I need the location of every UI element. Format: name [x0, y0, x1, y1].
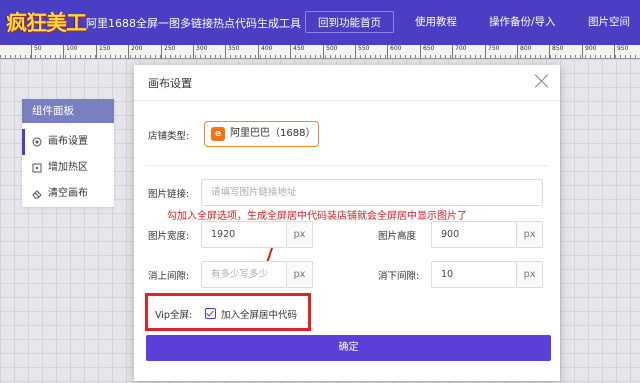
- image-link-label: 图片链接:: [148, 189, 190, 200]
- shop-type-label: 店铺类型:: [148, 131, 190, 142]
- divider: [146, 165, 548, 166]
- nav-tutorial-button[interactable]: 使用教程: [415, 11, 457, 33]
- panel-item-clear-canvas[interactable]: 清空画布: [22, 181, 114, 207]
- shop-type-value: 阿里巴巴（1688）: [230, 128, 316, 139]
- add-square-icon: [32, 163, 42, 173]
- ruler-tick-label: 300: [193, 45, 207, 59]
- ruler-tick-label: 600: [387, 45, 401, 59]
- height-input[interactable]: 900: [431, 221, 517, 248]
- ruler-tick-label: 100: [63, 45, 77, 59]
- ruler-tick-label: 900: [582, 45, 596, 59]
- nav-image-space-button[interactable]: 图片空间: [588, 11, 630, 33]
- alibaba-icon: e: [211, 127, 225, 141]
- margin-top-input[interactable]: 有多少写多少: [201, 261, 287, 288]
- app-title: 阿里1688全屏一图多链接热点代码生成工具: [86, 17, 301, 30]
- ruler-tick-label: 850: [549, 45, 563, 59]
- width-input[interactable]: 1920: [201, 221, 287, 248]
- panel-item-add-hotspot[interactable]: 增加热区: [22, 155, 114, 181]
- panel-item-label: 清空画布: [48, 188, 88, 199]
- ruler-tick-label: 550: [355, 45, 369, 59]
- target-icon: [32, 137, 42, 147]
- ruler-tick-label: 500: [323, 45, 337, 59]
- height-label: 图片高度: [378, 231, 417, 242]
- margin-top-unit: px: [287, 261, 313, 288]
- margin-top-label: 消上间隙:: [148, 271, 190, 282]
- panel-item-label: 画布设置: [48, 136, 88, 147]
- width-unit: px: [287, 221, 313, 248]
- ruler-tick-label: 50: [31, 45, 42, 59]
- ruler-tick-label: 750: [485, 45, 499, 59]
- ruler-tick-label: 450: [290, 45, 304, 59]
- ruler-tick-label: 250: [161, 45, 175, 59]
- close-icon[interactable]: [534, 73, 550, 89]
- vip-checkbox-label[interactable]: 加入全屏居中代码: [221, 307, 297, 321]
- horizontal-ruler: 50 100 150 200 250 300 350 400 450 500 550 600 650 70…: [0, 45, 640, 59]
- ruler-tick-label: 350: [225, 45, 239, 59]
- vip-label: Vip全屏:: [155, 310, 193, 321]
- annotation-text: 勾加入全屏选项，生成全屏居中代码装店铺就会全屏居中显示图片了: [167, 211, 467, 222]
- nav-home-button[interactable]: 回到功能首页: [305, 11, 394, 33]
- logo: 疯狂美工: [6, 10, 87, 35]
- ruler-tick-label: 700: [452, 45, 466, 59]
- margin-bottom-label: 消下间隙:: [378, 271, 420, 282]
- ruler-tick-label: 150: [96, 45, 110, 59]
- width-label: 图片宽度:: [148, 231, 190, 242]
- panel-title: 组件面板: [22, 99, 114, 123]
- vip-fullscreen-highlight: Vip全屏: 加入全屏居中代码: [145, 293, 311, 331]
- nav-backup-button[interactable]: 操作备份/导入: [489, 11, 556, 33]
- ruler-tick-label: 650: [420, 45, 434, 59]
- ruler-tick-label: 950: [614, 45, 628, 59]
- dialog-header: 画布设置: [134, 65, 560, 101]
- canvas-settings-dialog: 画布设置 店铺类型: e 阿里巴巴（1688） 图片链接: 请填写图片链接地址 …: [134, 65, 560, 381]
- vip-fullscreen-checkbox[interactable]: [205, 308, 216, 319]
- shop-type-select[interactable]: e 阿里巴巴（1688）: [204, 121, 319, 147]
- dialog-title: 画布设置: [148, 77, 192, 90]
- eraser-icon: [32, 190, 42, 199]
- ruler-tick-label: 800: [517, 45, 531, 59]
- height-unit: px: [517, 221, 543, 248]
- margin-bottom-input[interactable]: 10: [431, 261, 517, 288]
- image-link-input[interactable]: 请填写图片链接地址: [201, 179, 543, 206]
- panel-item-label: 增加热区: [48, 162, 88, 173]
- confirm-button[interactable]: 确定: [146, 335, 551, 361]
- panel-item-canvas-settings[interactable]: 画布设置: [22, 129, 114, 155]
- component-panel: 组件面板 画布设置 增加热区 清空画布: [22, 99, 114, 207]
- margin-bottom-unit: px: [517, 261, 543, 288]
- ruler-tick-label: 400: [258, 45, 272, 59]
- top-bar: 疯狂美工 阿里1688全屏一图多链接热点代码生成工具 回到功能首页 使用教程 操…: [0, 0, 640, 45]
- ruler-tick-label: 200: [128, 45, 142, 59]
